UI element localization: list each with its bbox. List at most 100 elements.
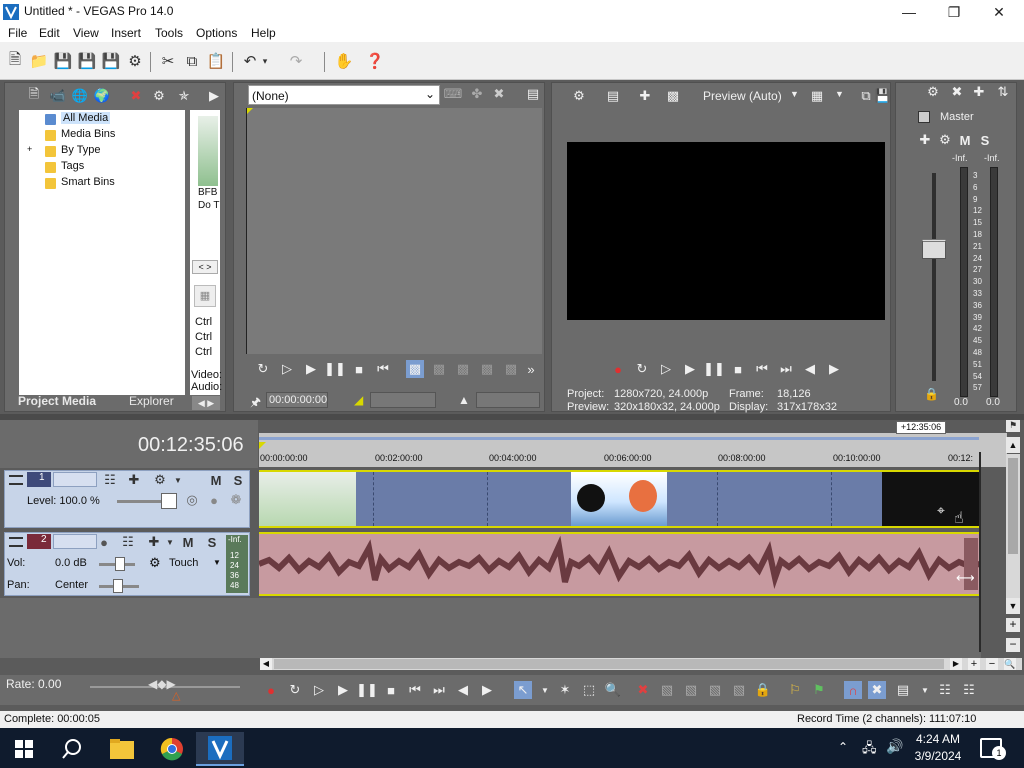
redo-icon[interactable]: ↷ [286,51,306,71]
play-from-start-icon[interactable]: ▷ [657,360,675,378]
media-gear-icon[interactable]: ⚙ [150,87,168,105]
zoom-tool-icon[interactable]: 🔍 [1004,658,1016,670]
track-motion-icon[interactable]: ☷ [101,471,119,489]
undo-icon[interactable]: ↶ [240,51,260,71]
chevron-down-icon[interactable]: ▼ [790,89,799,99]
close-button[interactable]: ✕ [976,0,1022,24]
automation-gear-icon[interactable]: ⚙ [149,555,161,571]
settings-icon[interactable]: ✤ [468,85,486,103]
file-explorer-button[interactable] [98,732,146,766]
timeline-empty-area[interactable] [258,598,981,658]
globe-icon[interactable]: 🌍 [93,87,111,105]
trimmer-view[interactable] [246,108,542,354]
lock-envelope-icon[interactable]: ⇅ [994,83,1012,101]
pause-icon[interactable]: ❚❚ [324,360,346,378]
audio-fx-icon[interactable]: ☷ [119,533,137,551]
save-as-icon[interactable]: 💾 [77,51,97,71]
loop-icon[interactable]: ↻ [633,360,651,378]
ripple-edit-icon[interactable]: ▤ [894,681,912,699]
lock-icon[interactable]: 🔒 [924,387,939,401]
master-fader-track[interactable] [932,173,936,381]
thumb-scroll-buttons[interactable]: < > [192,260,218,274]
trimmer-in-field[interactable] [370,392,436,408]
previous-frame-icon[interactable]: ◀ [454,681,472,699]
vertical-scroll-thumb[interactable] [1008,458,1018,554]
level-slider-handle[interactable] [161,493,177,509]
media-fx-icon[interactable]: ✯ [175,87,193,105]
overlays-grid-icon[interactable]: ▦ [808,87,826,105]
volume-icon[interactable]: 🔊 [886,738,903,755]
snapping-magnet-icon[interactable]: ∩ [844,681,862,699]
trim-end-icon[interactable]: ▧ [706,681,724,699]
stop-icon[interactable]: ■ [382,681,400,699]
normal-edit-tool-icon[interactable]: ↖ [514,681,532,699]
split-screen-icon[interactable]: ✚ [636,87,654,105]
menu-file[interactable]: File [8,26,27,40]
step-forward-icon[interactable]: ▶ [825,360,843,378]
parent-icon[interactable]: ● [205,491,223,509]
pause-icon[interactable]: ❚❚ [703,360,725,378]
menu-help[interactable]: Help [251,26,276,40]
play-from-start-icon[interactable]: ▷ [278,360,296,378]
capture-video-icon[interactable]: 📹 [49,87,67,105]
import-media-icon[interactable]: 🗎 [25,86,43,105]
fill-icon[interactable]: ▩ [502,360,520,378]
loop-icon[interactable]: ↻ [254,360,272,378]
step-back-icon[interactable]: ◀ [801,360,819,378]
chevron-down-icon[interactable]: ▼ [161,533,179,551]
play-from-start-icon[interactable]: ▷ [310,681,328,699]
play-icon[interactable]: ▶ [681,360,699,378]
previous-frame-icon[interactable]: ⏮ [753,360,771,378]
track-fx-icon[interactable]: ✚ [125,471,143,489]
paste-icon[interactable]: 📋 [206,51,226,71]
in-point-marker[interactable] [259,442,266,449]
split-icon[interactable]: ▧ [730,681,748,699]
zoom-in-icon[interactable]: + [1006,618,1020,632]
audio-track-name-field[interactable] [53,534,97,549]
zoom-tool-icon[interactable]: 🔍 [604,681,622,699]
compositing-gear-icon[interactable]: ⚙ [151,471,169,489]
dim-icon[interactable]: ✚ [970,83,988,101]
video-track-header[interactable]: 1 ☷ ✚ ⚙ ▼ M S Level: 100.0 % ◎ ● ❁ [4,470,250,528]
chevron-down-icon[interactable]: ▼ [213,558,221,567]
track-minimize-icon[interactable] [9,537,23,547]
compositing-mode-icon[interactable]: ◎ [183,491,201,509]
lock-icon[interactable]: 🔒 [754,681,772,699]
insert-icon[interactable]: ▩ [430,360,448,378]
child-icon[interactable]: ❁ [227,491,245,509]
video-track-name-field[interactable] [53,472,97,487]
media-action-icon[interactable]: ▦ [194,285,216,307]
record-icon[interactable]: ● [609,360,627,378]
undo-dropdown-icon[interactable]: ▾ [258,51,272,71]
track-minimize-icon[interactable] [9,475,23,485]
video-fx-icon[interactable]: ▩ [664,87,682,105]
menu-insert[interactable]: Insert [111,26,141,40]
loop-region-bar[interactable] [259,437,979,440]
copy-icon[interactable]: ⧉ [182,51,202,71]
audio-mute-button[interactable]: M [179,533,197,551]
chevron-down-icon[interactable]: ▼ [169,471,187,489]
menu-tools[interactable]: Tools [155,26,183,40]
arm-record-icon[interactable]: ● [95,533,113,551]
start-button[interactable] [0,732,48,766]
video-mute-button[interactable]: M [207,471,225,489]
abc-icon[interactable]: ⌨ [444,85,463,103]
get-media-web-icon[interactable]: 🌐 [71,87,89,105]
master-mute-button[interactable]: M [956,131,974,149]
horizontal-scrollbar[interactable]: ◀ ▶ + − 🔍 [260,658,1022,670]
loop-icon[interactable]: ↻ [286,681,304,699]
region-icon[interactable]: ⚑ [810,681,828,699]
tab-explorer[interactable]: Explorer [129,394,174,412]
pause-icon[interactable]: ❚❚ [356,681,378,699]
more-arrow-icon[interactable]: ▶ [205,87,223,105]
downmix-icon[interactable]: ✖ [948,83,966,101]
render-icon[interactable]: 💾 [101,51,121,71]
tree-all-media[interactable]: All Media [61,112,111,124]
clock-time[interactable]: 4:24 AM [915,732,961,746]
horizontal-zoom-in-icon[interactable]: + [968,658,980,670]
automation-mode[interactable]: Touch [169,557,198,569]
crop-pan-icon[interactable]: ⌖ [937,502,945,519]
remove-media-icon[interactable]: ✖ [127,87,145,105]
chrome-button[interactable] [148,732,196,766]
mixer-gear-icon[interactable]: ⚙ [924,83,942,101]
